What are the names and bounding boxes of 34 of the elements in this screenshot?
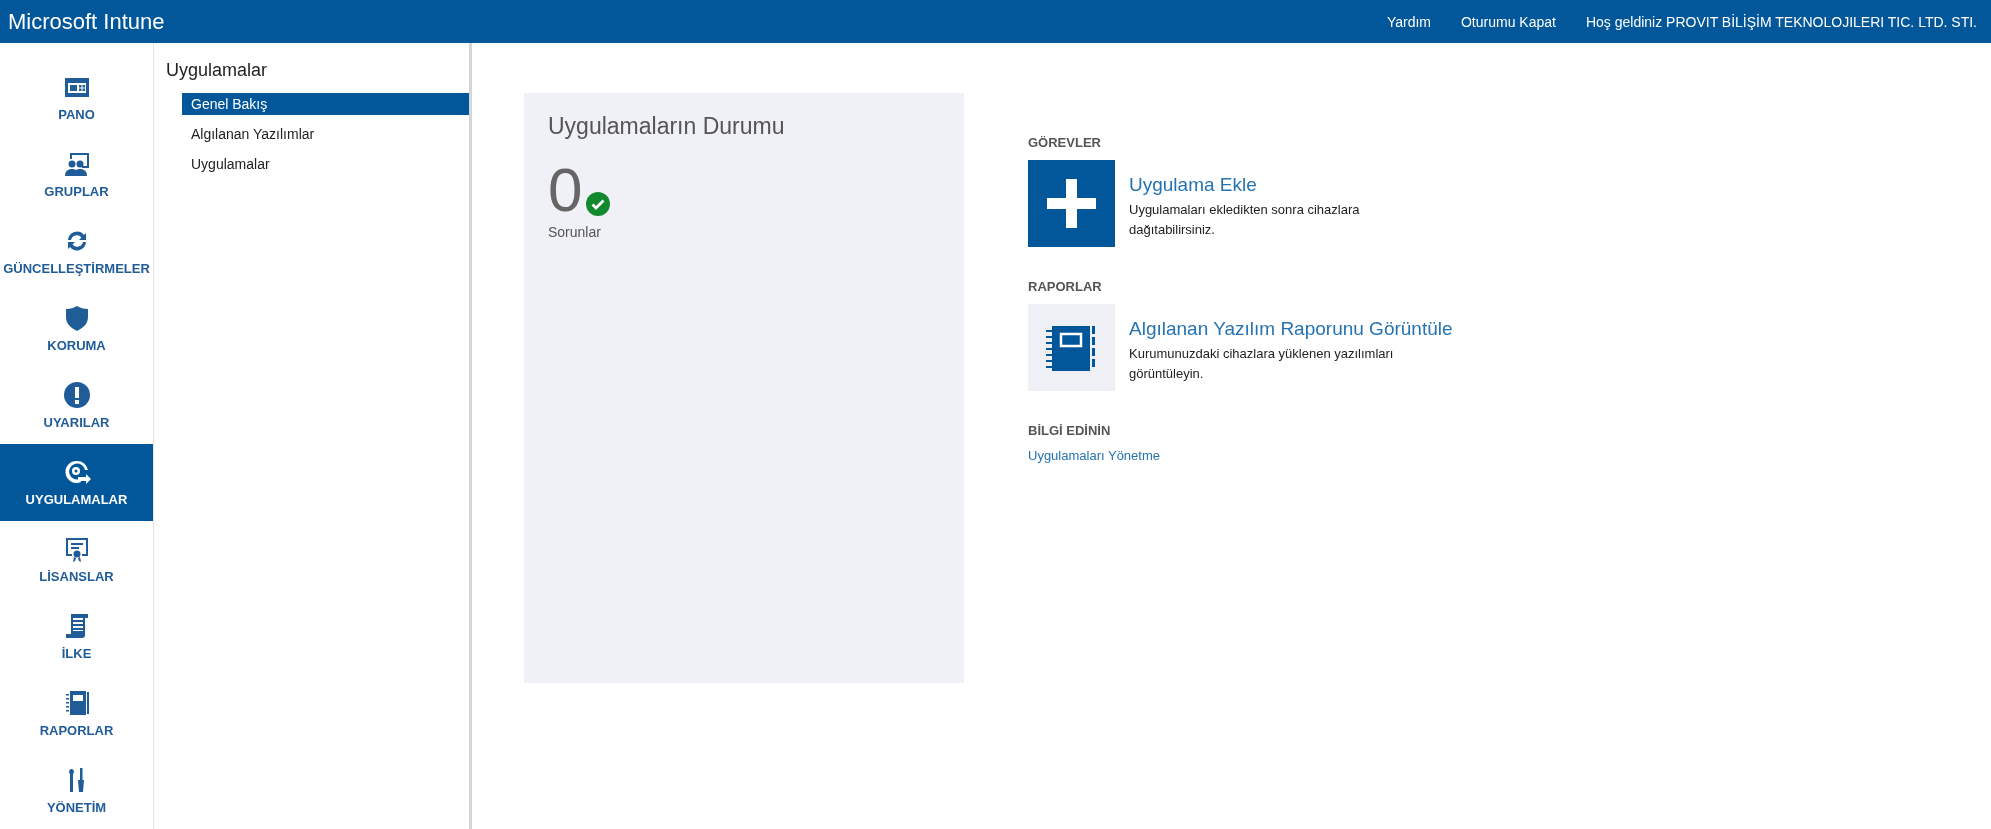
task-link[interactable]: Uygulama Ekle — [1129, 174, 1419, 196]
app-title: Microsoft Intune — [8, 8, 165, 35]
people-icon — [62, 150, 91, 178]
section-heading: RAPORLAR — [1028, 279, 1103, 294]
nav-item[interactable]: GÜNCELLEŞTİRMELER — [0, 213, 153, 290]
nav-item[interactable]: PANO — [0, 59, 153, 136]
help-link[interactable]: Uygulamaları Yönetme — [1028, 448, 1453, 463]
welcome-text: Hoş geldiniz PROVIT BİLİŞİM TEKNOLOJILERI TIC. LTD. STI. — [1585, 13, 1977, 30]
nav-item[interactable]: RAPORLAR — [0, 675, 153, 752]
nav-item[interactable]: İLKE — [0, 598, 153, 675]
subnav-item[interactable]: Algılanan Yazılımlar — [182, 123, 469, 145]
subnav-item[interactable]: Genel Bakış — [182, 93, 469, 115]
section-title: Uygulamalar — [165, 60, 269, 81]
task-link[interactable]: Algılanan Yazılım Raporunu Görüntüle — [1129, 318, 1453, 340]
task-description: Uygulamaları ekledikten sonra cihazlara dağıtabilirsiniz. — [1129, 201, 1361, 239]
header-link[interactable]: Oturumu Kapat — [1461, 13, 1556, 30]
nav-item[interactable]: LİSANSLAR — [0, 521, 153, 598]
notebook-tile-icon[interactable] — [1028, 304, 1115, 391]
nav-item[interactable]: UYARILAR — [0, 367, 153, 444]
nav-item[interactable]: YÖNETİM — [0, 752, 153, 829]
plus-tile-icon[interactable] — [1028, 160, 1115, 247]
task-description: Kurumunuzdaki cihazlara yüklenen yazılımları görüntüleyin. — [1129, 345, 1395, 383]
section-heading: BİLGİ EDİNİN — [1028, 423, 1112, 438]
header-link[interactable]: Yardım — [1386, 13, 1431, 30]
exclamation-icon — [62, 381, 91, 409]
card-title: Uygulamaların Durumu — [548, 113, 786, 140]
subnav-item[interactable]: Uygulamalar — [182, 153, 469, 175]
section-heading: GÖREVLER — [1028, 135, 1102, 150]
nav-item[interactable]: GRUPLAR — [0, 136, 153, 213]
nav-item[interactable]: KORUMA — [0, 290, 153, 367]
disc-arrow-icon — [62, 458, 91, 486]
nav-item[interactable]: UYGULAMALAR — [0, 444, 153, 521]
issue-caption: Sorunlar — [548, 224, 602, 240]
issue-count: 0 — [548, 162, 583, 218]
